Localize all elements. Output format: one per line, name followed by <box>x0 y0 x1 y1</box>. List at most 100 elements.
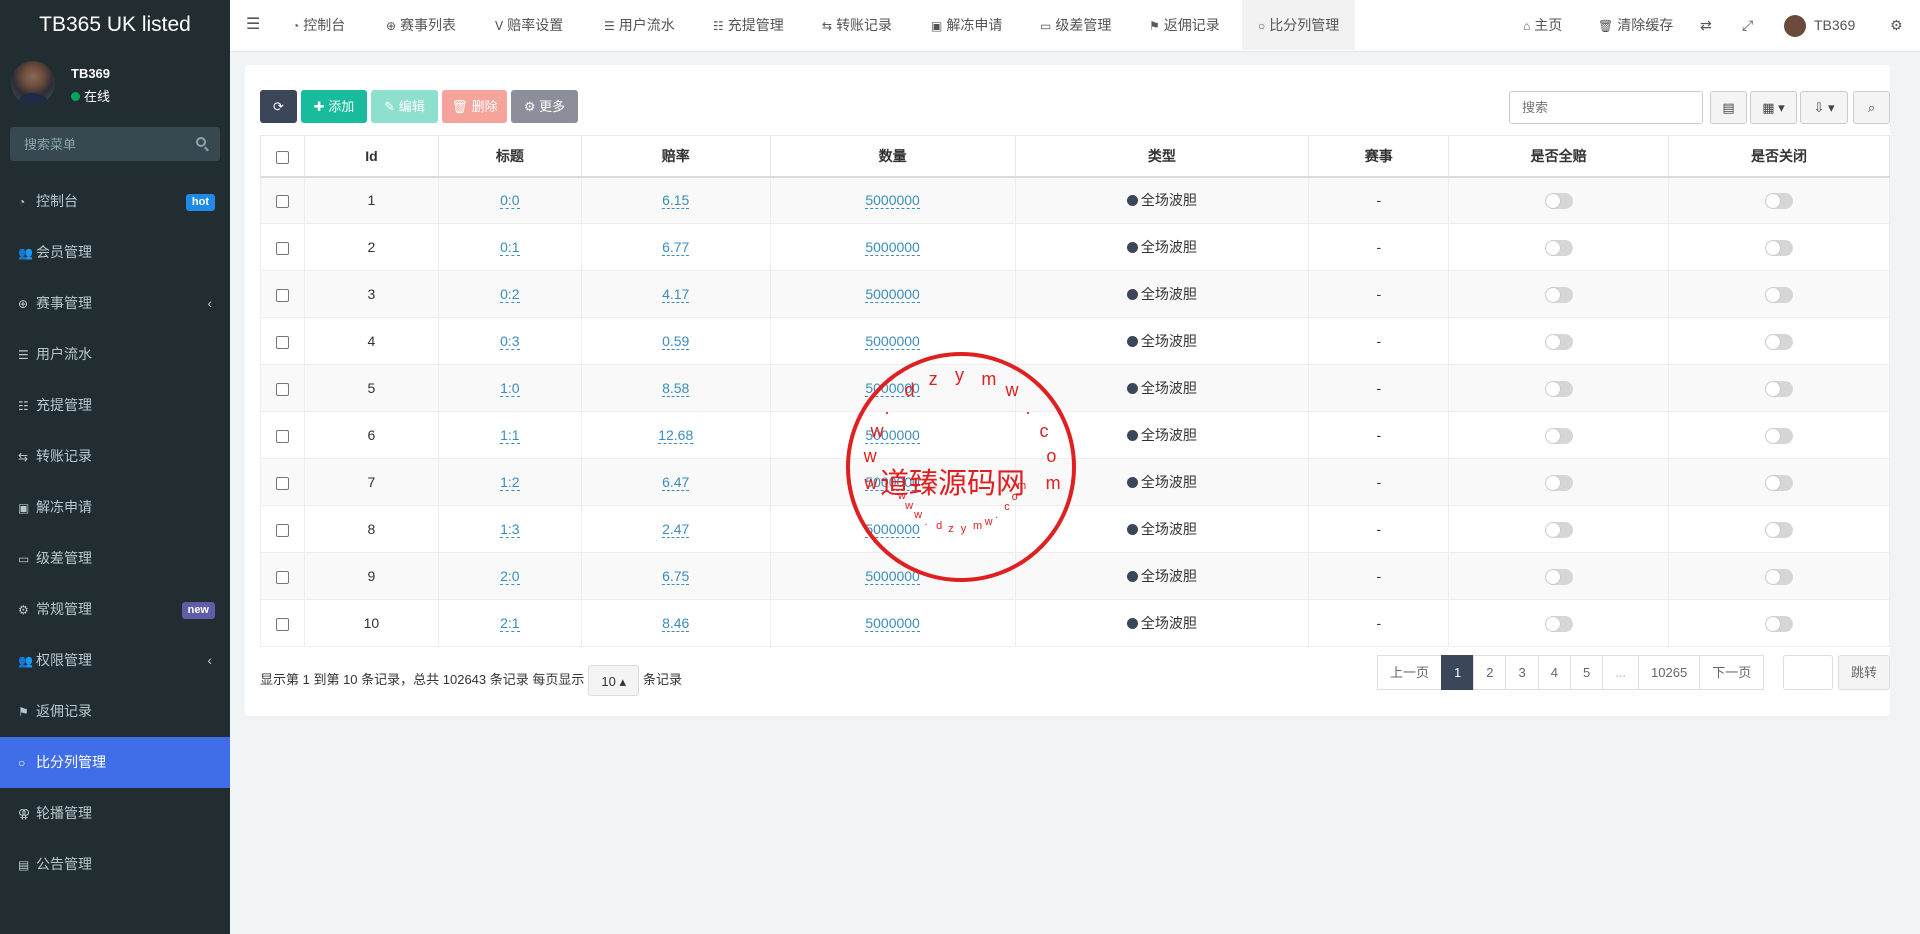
export-button[interactable]: ⇩ ▾ <box>1800 91 1848 124</box>
search-icon[interactable] <box>196 137 206 147</box>
qty-editable[interactable]: 5000000 <box>865 286 920 303</box>
tab-dashboard[interactable]: ◔ 控制台 <box>292 0 345 50</box>
column-header[interactable]: Id <box>303 135 439 178</box>
row-checkbox[interactable] <box>275 288 289 302</box>
title-editable[interactable]: 0:1 <box>500 239 520 256</box>
translate-icon[interactable]: ⇄ <box>1700 0 1712 50</box>
odds-editable[interactable]: 0.59 <box>662 333 690 350</box>
full-pay-toggle[interactable] <box>1544 474 1573 491</box>
closed-toggle[interactable] <box>1765 333 1794 350</box>
full-pay-toggle[interactable] <box>1544 333 1573 350</box>
qty-editable[interactable]: 5000000 <box>865 239 920 256</box>
closed-toggle[interactable] <box>1765 380 1794 397</box>
odds-editable[interactable]: 12.68 <box>658 427 694 444</box>
menu-search[interactable] <box>10 127 220 161</box>
qty-editable[interactable]: 5000000 <box>865 380 920 397</box>
column-header[interactable]: 赔率 <box>580 135 771 178</box>
refresh-button[interactable]: ⟳ <box>260 90 297 123</box>
odds-editable[interactable]: 4.17 <box>662 286 690 303</box>
app-logo[interactable]: TB365 UK listed <box>0 0 230 50</box>
more-button[interactable]: ⚙ 更多 <box>511 90 578 123</box>
title-editable[interactable]: 1:3 <box>500 521 520 538</box>
row-checkbox[interactable] <box>275 429 289 443</box>
full-pay-toggle[interactable] <box>1544 521 1573 538</box>
columns-button[interactable]: ▦ ▾ <box>1750 91 1797 124</box>
column-header[interactable]: 是否全赔 <box>1448 135 1670 178</box>
page-button[interactable]: 2 <box>1473 655 1507 690</box>
closed-toggle[interactable] <box>1765 521 1794 538</box>
tab-levels[interactable]: ▭ 级差管理 <box>1040 0 1111 50</box>
full-pay-toggle[interactable] <box>1544 615 1573 632</box>
delete-button[interactable]: 🗑 删除 <box>442 90 507 123</box>
sidebar-item-carousel[interactable]: ⚢ 轮播管理 <box>0 788 230 839</box>
row-checkbox[interactable] <box>275 617 289 631</box>
full-pay-toggle[interactable] <box>1544 192 1573 209</box>
select-all-checkbox[interactable] <box>275 150 289 164</box>
odds-editable[interactable]: 6.77 <box>662 239 690 256</box>
sidebar-item-unfreeze[interactable]: ▣ 解冻申请 <box>0 482 230 533</box>
row-checkbox[interactable] <box>275 523 289 537</box>
odds-editable[interactable]: 6.47 <box>662 474 690 491</box>
closed-toggle[interactable] <box>1765 474 1794 491</box>
qty-editable[interactable]: 5000000 <box>865 192 920 210</box>
jump-button[interactable]: 跳转 <box>1838 655 1890 690</box>
title-editable[interactable]: 2:0 <box>500 568 520 585</box>
closed-toggle[interactable] <box>1765 427 1794 444</box>
jump-page-input[interactable] <box>1783 655 1833 690</box>
sidebar-item-permissions[interactable]: 👥 权限管理 ‹ <box>0 635 230 686</box>
tab-odds-settings[interactable]: ᐯ 赔率设置 <box>495 0 563 50</box>
sidebar-item-levels[interactable]: ▭ 级差管理 <box>0 533 230 584</box>
full-pay-toggle[interactable] <box>1544 380 1573 397</box>
column-header[interactable]: 是否关闭 <box>1668 135 1890 178</box>
qty-editable[interactable]: 5000000 <box>865 474 920 491</box>
table-search-input[interactable] <box>1509 91 1703 124</box>
closed-toggle[interactable] <box>1765 286 1794 303</box>
prev-page-button[interactable]: 上一页 <box>1377 655 1443 690</box>
title-editable[interactable]: 0:0 <box>500 192 520 210</box>
page-button[interactable]: 10265 <box>1638 655 1701 690</box>
sidebar-item-general[interactable]: ⚙ 常规管理 new <box>0 584 230 635</box>
tab-score-columns[interactable]: ○ 比分列管理 <box>1242 0 1356 50</box>
sidebar-item-deposit[interactable]: ☷ 充提管理 <box>0 380 230 431</box>
toggle-view-button[interactable]: ▤ <box>1710 91 1747 124</box>
closed-toggle[interactable] <box>1765 615 1794 632</box>
tab-commission[interactable]: ⚑ 返佣记录 <box>1149 0 1220 50</box>
column-header[interactable]: 标题 <box>437 135 582 178</box>
sidebar-item-members[interactable]: 👥 会员管理 <box>0 227 230 278</box>
full-pay-toggle[interactable] <box>1544 568 1573 585</box>
tab-transfers[interactable]: ⇆ 转账记录 <box>822 0 892 50</box>
odds-editable[interactable]: 2.47 <box>662 521 690 538</box>
search-button[interactable]: ⌕ <box>1853 91 1890 124</box>
column-header[interactable]: 类型 <box>1014 135 1310 178</box>
sidebar-item-commission[interactable]: ⚑ 返佣记录 <box>0 686 230 737</box>
title-editable[interactable]: 2:1 <box>500 615 520 632</box>
sidebar-item-dashboard[interactable]: ◔ 控制台 hot <box>0 176 230 227</box>
closed-toggle[interactable] <box>1765 192 1794 209</box>
qty-editable[interactable]: 5000000 <box>865 615 920 632</box>
sidebar-item-user-flow[interactable]: ☰ 用户流水 <box>0 329 230 380</box>
row-checkbox[interactable] <box>275 382 289 396</box>
row-checkbox[interactable] <box>275 570 289 584</box>
sidebar-item-events[interactable]: ⊕ 赛事管理 ‹ <box>0 278 230 329</box>
title-editable[interactable]: 0:3 <box>500 333 520 350</box>
title-editable[interactable]: 1:1 <box>500 427 520 444</box>
qty-editable[interactable]: 5000000 <box>865 568 920 585</box>
qty-editable[interactable]: 5000000 <box>865 521 920 538</box>
settings-icon[interactable]: ⚙ <box>1890 0 1903 50</box>
fullscreen-icon[interactable]: ⤢ <box>1742 0 1753 50</box>
qty-editable[interactable]: 5000000 <box>865 333 920 350</box>
next-page-button[interactable]: 下一页 <box>1699 655 1765 690</box>
tab-user-flow[interactable]: ☰ 用户流水 <box>604 0 675 50</box>
page-button[interactable]: 1 <box>1441 655 1475 690</box>
title-editable[interactable]: 0:2 <box>500 286 520 303</box>
full-pay-toggle[interactable] <box>1544 286 1573 303</box>
menu-search-input[interactable] <box>10 127 190 161</box>
full-pay-toggle[interactable] <box>1544 239 1573 256</box>
row-checkbox[interactable] <box>275 476 289 490</box>
column-header[interactable]: 数量 <box>769 135 1016 178</box>
tab-deposit[interactable]: ☷ 充提管理 <box>713 0 784 50</box>
page-button[interactable]: 4 <box>1537 655 1571 690</box>
sidebar-item-announcements[interactable]: ▤ 公告管理 <box>0 839 230 890</box>
sidebar-item-score-columns[interactable]: ○ 比分列管理 <box>0 737 230 788</box>
user-menu[interactable]: TB369 <box>1784 0 1855 50</box>
